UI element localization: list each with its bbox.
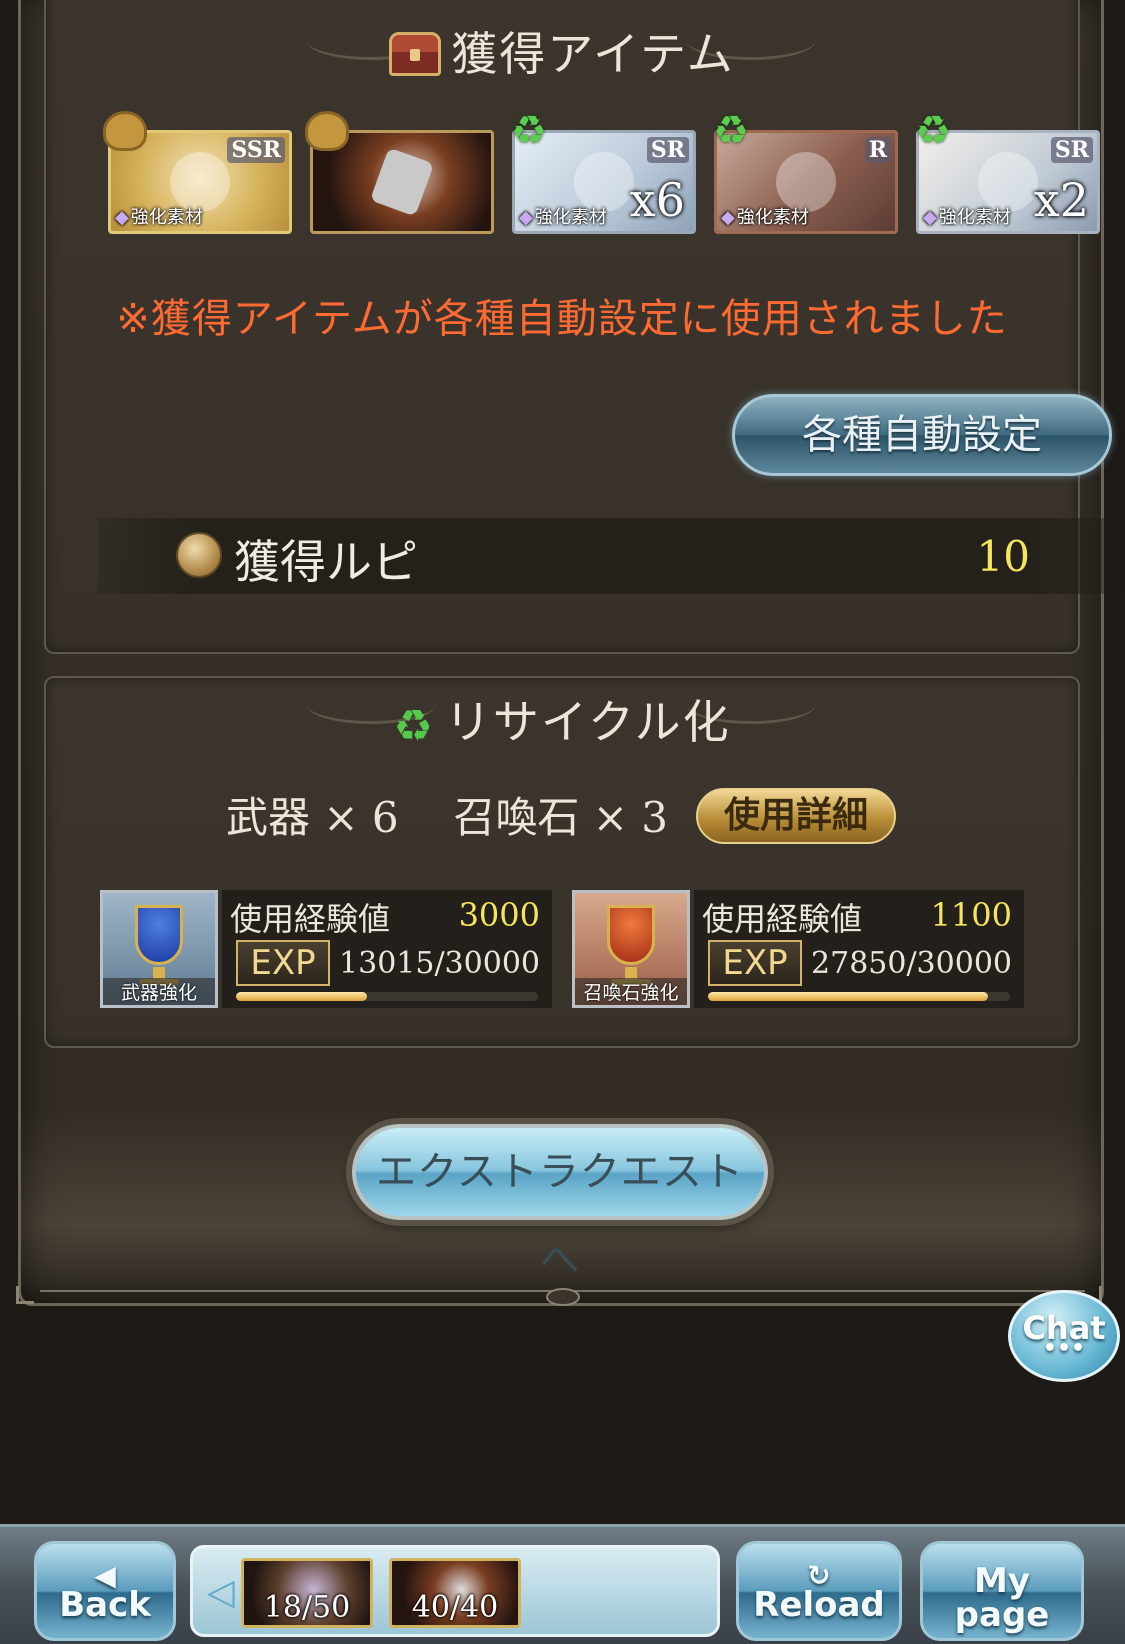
used-exp-value: 3000 [458, 896, 540, 934]
material-tag: 強化素材 [115, 203, 203, 229]
bottom-nav-bar: ◀ Back ◁ 18/50 40/40 ↻ Reload My page [0, 1524, 1125, 1644]
recycle-panel: ♻ リサイクル化 武器 × 6 召喚石 × 3 使用詳細 武器強化 使用経験値 3… [44, 676, 1080, 1048]
rarity-badge: SR [646, 137, 689, 163]
summon-exp-card: 召喚石強化 使用経験値 1100 EXP 27850/30000 [572, 890, 1024, 1008]
extra-quest-button[interactable]: エクストラクエストへ [352, 1124, 768, 1283]
recycle-heading: ♻ リサイクル化 [46, 686, 1078, 752]
loot-heading: 獲得アイテム [46, 18, 1078, 84]
recycle-icon: ♻ [713, 108, 749, 154]
rupie-coin-icon [176, 532, 222, 578]
rupie-label: 獲得ルピ [234, 535, 418, 589]
exp-progress-fill [236, 992, 368, 1001]
mypage-label-line2: page [954, 1595, 1050, 1635]
exp-badge: EXP [708, 940, 802, 986]
exp-details: 使用経験値 3000 EXP 13015/30000 [222, 890, 552, 1008]
exp-progress-bar [708, 992, 1010, 1001]
loot-bag-icon [305, 111, 349, 151]
tray-arrow-icon[interactable]: ◁ [207, 1572, 235, 1613]
loot-bag-icon [103, 111, 147, 151]
item-quantity: x2 [1033, 173, 1089, 227]
used-exp-label: 使用経験値 [702, 900, 863, 938]
loot-item[interactable]: ♻ SR 強化素材 x2 [915, 111, 1100, 234]
recycle-icon: ♻ [511, 108, 547, 154]
treasure-chest-icon [389, 32, 442, 76]
reload-button[interactable]: ↻ Reload [736, 1541, 902, 1641]
exp-badge: EXP [236, 940, 330, 986]
loot-items-row: SSR 強化素材 ♻ SR 強化素材 x6 ♻ R 強化素材 ♻ SR 強化素材… [102, 111, 1102, 240]
loot-item[interactable] [305, 111, 494, 234]
loot-item[interactable]: ♻ R 強化素材 [713, 111, 898, 234]
chalice-icon [135, 905, 183, 965]
material-tag: 強化素材 [721, 203, 809, 229]
thumbnail-label: 召喚石強化 [575, 978, 687, 1005]
slot-count: 40/40 [411, 1590, 499, 1625]
recycle-icon: ♻ [915, 108, 951, 154]
rarity-badge: R [864, 137, 891, 163]
back-button[interactable]: ◀ Back [34, 1541, 176, 1641]
ap-potion-slot[interactable]: 18/50 [241, 1558, 373, 1628]
auto-settings-button[interactable]: 各種自動設定 [732, 394, 1112, 476]
rarity-badge: SSR [227, 137, 285, 163]
loot-item[interactable]: ♻ SR 強化素材 x6 [511, 111, 696, 234]
rupie-value: 10 [976, 532, 1030, 581]
exp-progress-text: 13015/30000 [339, 946, 540, 981]
material-tag: 強化素材 [923, 203, 1011, 229]
material-tag: 強化素材 [519, 203, 607, 229]
summon-enhance-thumbnail: 召喚石強化 [572, 890, 690, 1008]
loot-heading-text: 獲得アイテム [451, 27, 735, 81]
exp-progress-text: 27850/30000 [811, 946, 1012, 981]
weapon-count: × 6 [323, 793, 399, 842]
recycle-icon: ♻ [393, 701, 435, 752]
loot-panel: 獲得アイテム SSR 強化素材 ♻ SR 強化素材 x6 ♻ R 強化素材 ♻ [44, 0, 1125, 654]
rupie-row: 獲得ルピ 10 [98, 518, 1125, 594]
item-quantity: x6 [629, 173, 685, 227]
used-exp-label: 使用経験値 [230, 900, 391, 938]
slot-count: 18/50 [263, 1590, 351, 1625]
frame-corner-left [16, 1286, 34, 1304]
item-art [369, 147, 435, 217]
reload-label: Reload [753, 1585, 885, 1625]
usage-detail-button[interactable]: 使用詳細 [696, 788, 896, 844]
summon-label: 召喚石 [453, 793, 580, 842]
loot-item[interactable]: SSR 強化素材 [103, 111, 292, 234]
back-label: Back [59, 1585, 151, 1625]
mypage-label-line1: My [974, 1561, 1030, 1601]
weapon-enhance-thumbnail: 武器強化 [100, 890, 218, 1008]
recycle-summary: 武器 × 6 召喚石 × 3 [226, 784, 668, 845]
rarity-badge: SR [1050, 137, 1093, 163]
thumbnail-label: 武器強化 [103, 978, 215, 1005]
exp-details: 使用経験値 1100 EXP 27850/30000 [694, 890, 1024, 1008]
chat-button[interactable]: Chat ••• [1008, 1290, 1120, 1382]
mypage-button[interactable]: My page [920, 1541, 1084, 1641]
recycle-heading-text: リサイクル化 [444, 695, 731, 749]
exp-progress-fill [708, 992, 989, 1001]
weapon-exp-card: 武器強化 使用経験値 3000 EXP 13015/30000 [100, 890, 552, 1008]
quick-item-tray: ◁ 18/50 40/40 [190, 1545, 720, 1637]
weapon-label: 武器 [226, 793, 311, 842]
exp-progress-bar [236, 992, 538, 1001]
summon-count: × 3 [592, 793, 668, 842]
chat-bubble-icon: ••• [1042, 1336, 1086, 1361]
auto-use-notice: ※獲得アイテムが各種自動設定に使用されました [116, 296, 1008, 342]
chalice-icon [607, 905, 655, 965]
used-exp-value: 1100 [930, 896, 1012, 934]
bp-item-slot[interactable]: 40/40 [389, 1558, 521, 1628]
